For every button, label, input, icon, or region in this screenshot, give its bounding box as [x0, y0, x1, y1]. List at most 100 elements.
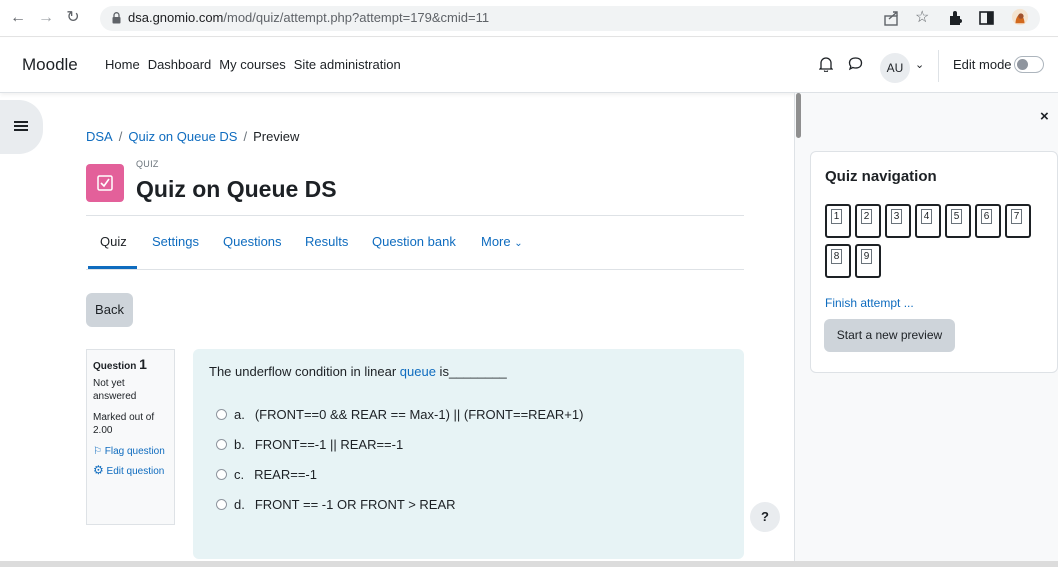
radio-button[interactable] — [216, 469, 227, 480]
quiz-navigation-title: Quiz navigation — [825, 168, 937, 185]
flag-question-label: Flag question — [104, 446, 165, 457]
navbar-divider — [938, 50, 939, 82]
question-nav-button[interactable]: 2 — [855, 204, 881, 238]
course-index-toggle[interactable] — [0, 100, 43, 154]
question-number: Question 1 — [93, 356, 168, 373]
tab-results[interactable]: Results — [305, 234, 348, 249]
question-nav-number: 8 — [831, 249, 842, 264]
vertical-scrollbar[interactable] — [796, 93, 801, 138]
question-nav-number: 7 — [1011, 209, 1022, 224]
lock-icon — [112, 12, 121, 24]
edit-mode-toggle[interactable] — [1014, 56, 1044, 73]
question-nav-number: 3 — [891, 209, 902, 224]
gear-icon: ⚙ — [93, 463, 104, 477]
breadcrumb-separator: / — [118, 129, 123, 144]
divider — [86, 269, 744, 270]
question-nav-number: 5 — [951, 209, 962, 224]
extensions-icon[interactable] — [947, 9, 965, 27]
question-number-label: Question — [93, 361, 137, 372]
tab-question-bank[interactable]: Question bank — [372, 234, 456, 249]
page-title: Quiz on Queue DS — [136, 176, 337, 202]
question-text-after: is________ — [435, 364, 507, 379]
help-button[interactable]: ? — [750, 502, 780, 532]
option-text: FRONT == -1 OR FRONT > REAR — [254, 497, 456, 512]
option-text: REAR==-1 — [254, 467, 317, 482]
question-nav-number: 2 — [861, 209, 872, 224]
question-nav-button[interactable]: 9 — [855, 244, 881, 278]
star-icon[interactable]: ☆ — [915, 7, 929, 26]
breadcrumb-separator: / — [243, 129, 248, 144]
question-nav-button[interactable]: 4 — [915, 204, 941, 238]
question-number-value: 1 — [139, 356, 147, 372]
question-nav-button[interactable]: 1 — [825, 204, 851, 238]
option-text: FRONT==-1 || REAR==-1 — [254, 437, 404, 452]
primary-navigation: Home Dashboard My courses Site administr… — [105, 57, 401, 72]
breadcrumb-quiz[interactable]: Quiz on Queue DS — [128, 129, 237, 144]
question-nav-button[interactable]: 3 — [885, 204, 911, 238]
chat-bubble-icon[interactable] — [848, 56, 863, 71]
glossary-link[interactable]: queue — [400, 364, 436, 379]
browser-toolbar: ← → ↻ dsa.gnomio.com/mod/quiz/attempt.ph… — [0, 0, 1058, 37]
option-letter: a. — [234, 407, 245, 422]
breadcrumb-current: Preview — [253, 129, 300, 144]
divider — [86, 215, 744, 216]
edit-question-link[interactable]: ⚙ Edit question — [93, 464, 168, 478]
question-info-panel: Question 1 Not yet answered Marked out o… — [86, 349, 175, 525]
arrow-right-icon[interactable]: → — [36, 8, 56, 28]
nav-home[interactable]: Home — [105, 57, 140, 72]
radio-button[interactable] — [216, 439, 227, 450]
radio-button[interactable] — [216, 409, 227, 420]
answer-option[interactable]: d. FRONT == -1 OR FRONT > REAR — [216, 497, 456, 512]
reload-icon[interactable]: ↻ — [63, 8, 83, 28]
question-nav-button[interactable]: 5 — [945, 204, 971, 238]
edit-mode-label: Edit mode — [953, 57, 1012, 72]
tab-more-label: More — [481, 234, 511, 249]
answer-option[interactable]: c. REAR==-1 — [216, 467, 317, 482]
user-avatar[interactable]: AU — [880, 53, 910, 83]
question-nav-button[interactable]: 7 — [1005, 204, 1031, 238]
breadcrumb-course[interactable]: DSA — [86, 129, 113, 144]
bell-icon[interactable] — [819, 56, 833, 72]
nav-dashboard[interactable]: Dashboard — [148, 57, 212, 72]
tab-quiz[interactable]: Quiz — [100, 234, 127, 249]
tab-settings[interactable]: Settings — [152, 234, 199, 249]
question-text: The underflow condition in linear queue … — [209, 364, 507, 379]
answer-option[interactable]: a. (FRONT==0 && REAR == Max-1) || (FRONT=… — [216, 407, 583, 422]
edit-question-label: Edit question — [106, 466, 165, 477]
breadcrumb: DSA / Quiz on Queue DS / Preview — [86, 129, 299, 144]
quiz-module-icon — [86, 164, 124, 202]
checkbox-icon — [97, 175, 113, 191]
question-nav-button[interactable]: 8 — [825, 244, 851, 278]
back-button[interactable]: Back — [86, 293, 133, 327]
question-nav-number: 6 — [981, 209, 992, 224]
flag-icon: ⚐ — [93, 446, 102, 457]
profile-avatar-icon[interactable] — [1010, 8, 1030, 26]
nav-site-administration[interactable]: Site administration — [294, 57, 401, 72]
flag-question-link[interactable]: ⚐ Flag question — [93, 445, 168, 458]
nav-my-courses[interactable]: My courses — [219, 57, 285, 72]
close-icon[interactable]: × — [1040, 108, 1049, 125]
radio-button[interactable] — [216, 499, 227, 510]
horizontal-scrollbar[interactable] — [0, 561, 1058, 567]
question-nav-number: 9 — [861, 249, 872, 264]
option-letter: b. — [234, 437, 245, 452]
share-icon[interactable] — [883, 9, 901, 27]
moodle-navbar: Moodle Home Dashboard My courses Site ad… — [0, 38, 1058, 93]
answer-option[interactable]: b. FRONT==-1 || REAR==-1 — [216, 437, 403, 452]
side-panel-icon[interactable] — [978, 9, 996, 27]
tab-more[interactable]: More ⌄ — [481, 234, 523, 249]
tab-questions[interactable]: Questions — [223, 234, 282, 249]
option-letter: c. — [234, 467, 245, 482]
site-brand[interactable]: Moodle — [22, 55, 78, 75]
question-nav-number: 4 — [921, 209, 932, 224]
finish-attempt-link[interactable]: Finish attempt ... — [825, 296, 914, 310]
chevron-down-icon: ⌄ — [514, 238, 523, 249]
question-nav-button[interactable]: 6 — [975, 204, 1001, 238]
list-icon — [14, 121, 28, 133]
question-state: Not yet answered — [93, 378, 137, 402]
url-text: dsa.gnomio.com/mod/quiz/attempt.php?atte… — [128, 10, 490, 25]
option-letter: d. — [234, 497, 245, 512]
chevron-down-icon[interactable]: ⌄ — [915, 58, 924, 71]
start-new-preview-button[interactable]: Start a new preview — [824, 319, 955, 352]
arrow-left-icon[interactable]: ← — [8, 8, 28, 28]
